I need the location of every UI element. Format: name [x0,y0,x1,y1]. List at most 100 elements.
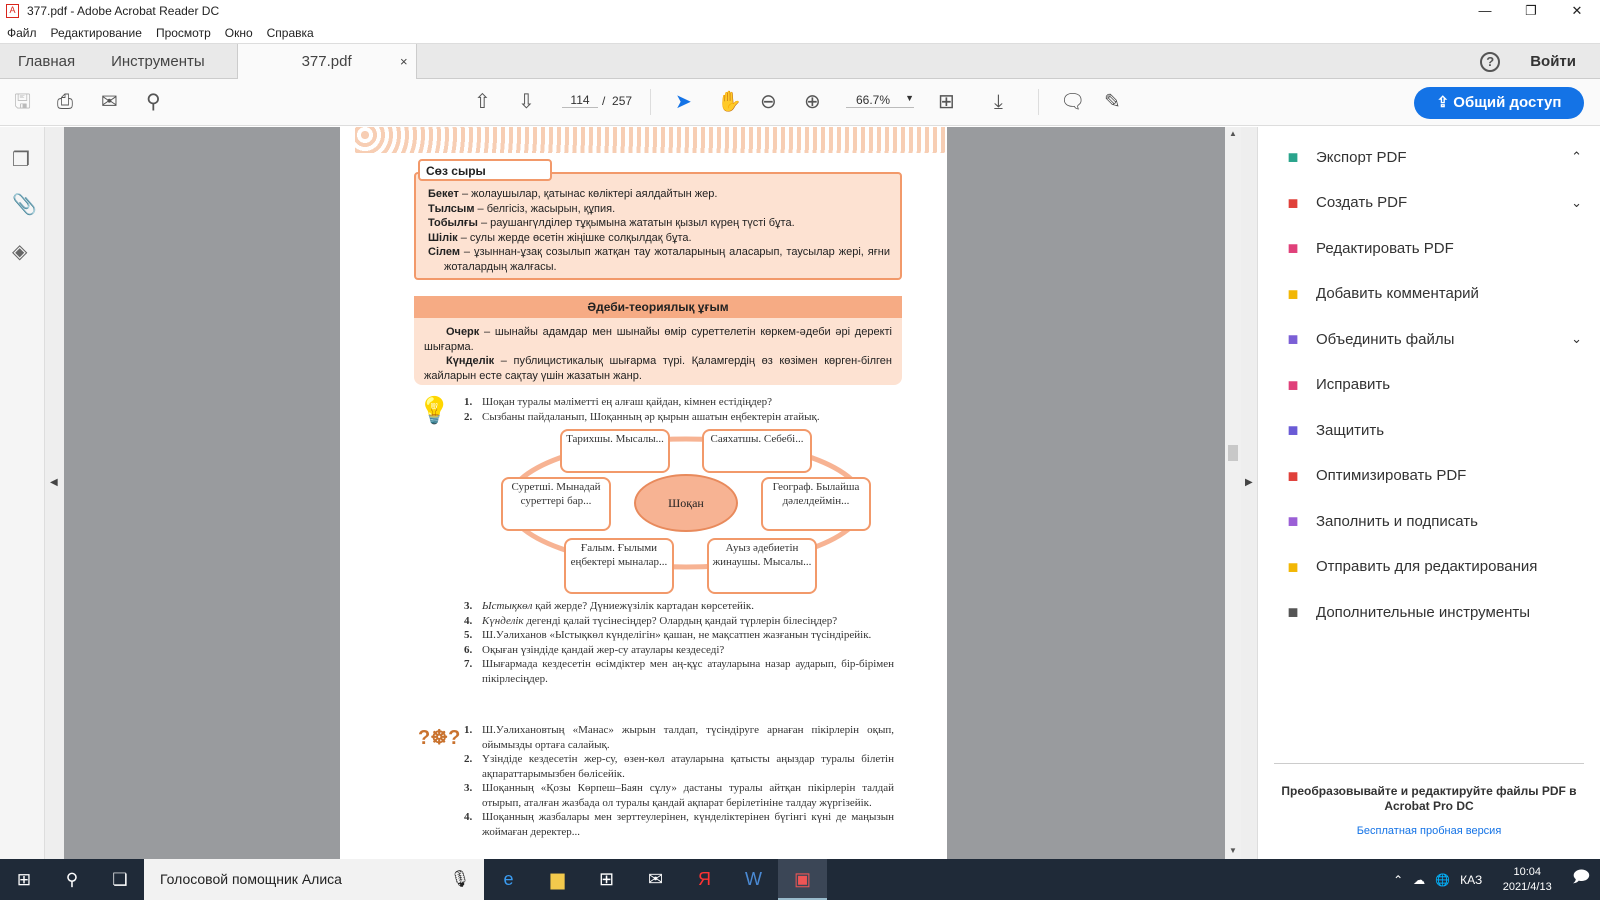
left-panel-toggle[interactable]: ◀ [45,127,64,859]
page-number-input[interactable]: 114 [562,93,598,108]
question: 4. Шоқанның жазбалары мен зерттеулерінен,… [464,811,894,838]
save-icon[interactable]: 🖫 [14,91,31,113]
tool-edit-pdf[interactable]: ■ Редактировать PDF [1282,237,1582,259]
trial-link[interactable]: Бесплатная пробная версия [1274,824,1584,839]
yandex-browser-icon[interactable]: Я [680,859,729,900]
document-view[interactable]: ◀ Сөз сыры Бекет – жолаушылар, қатынас к… [45,127,1225,859]
notifications-icon[interactable]: 🗩 [1572,866,1590,893]
microphone-icon[interactable]: 🎙 [450,859,470,900]
taskbar-search[interactable]: Голосовой помощник Алиса 🎙 [144,859,484,900]
tab-home[interactable]: Главная [0,44,93,78]
thinking-head-icon: ?☸? [418,727,461,749]
search-icon[interactable]: ⚲ [48,870,96,890]
word-icon[interactable]: W [729,859,778,900]
tool-combine[interactable]: ■ Объединить файлы ⌄ [1282,328,1582,350]
mail-icon[interactable]: ✉ [631,859,680,900]
file-explorer-icon[interactable]: ▆ [533,859,582,900]
theory-item: Күнделік – публицистикалық шығарма түрі.… [424,355,892,382]
vertical-scrollbar[interactable]: ▲ ▼ [1225,127,1241,859]
theory-item: Очерк – шынайы адамдар мен шынайы өмір с… [424,326,892,353]
chevron-icon[interactable]: ⌄ [1571,331,1582,347]
tray-chevron-icon[interactable]: ⌃ [1393,873,1403,887]
close-tab-icon[interactable]: × [400,44,408,79]
question: 1. Ш.Уәлихановтың «Манас» жырын талдап, т… [464,724,894,751]
menu-file[interactable]: Файл [7,26,37,40]
tools-panel: ■ Экспорт PDF ⌃ ■ Создать PDF ⌄ ■ Редактировать… [1258,127,1600,859]
close-window-button[interactable]: ✕ [1554,0,1600,22]
question: 3. Шоқанның «Қозы Көрпеш–Баян сұлу» даста… [464,782,894,809]
tool-sign[interactable]: ■ Заполнить и подписать [1282,510,1582,532]
search-icon[interactable]: ⚲ [146,91,161,113]
pages-icon[interactable]: ❐ [12,147,30,172]
layers-icon[interactable]: ◈ [12,239,27,264]
print-icon[interactable]: ⎙ [57,91,73,113]
previous-page-icon[interactable]: ⇧ [474,91,491,113]
email-icon[interactable]: ✉ [101,91,118,113]
diagram-node: Географ. Былайша дәлелдеймін... [761,477,871,531]
zoom-out-icon[interactable]: ⊖ [760,91,777,113]
task-view-icon[interactable]: ❏ [96,870,144,890]
tab-document[interactable]: 377.pdf × [236,44,417,80]
network-icon[interactable]: 🌐 [1435,873,1450,887]
pen-icon[interactable]: ✎ [1104,91,1121,113]
tool-create-pdf[interactable]: ■ Создать PDF ⌄ [1282,192,1582,214]
menu-edit[interactable]: Редактирование [51,26,142,40]
diagram: Шоқан Тарихшы. Мысалы... Саяхатшы. Себеб… [340,427,947,597]
scroll-mode-icon[interactable]: ⤓ [994,91,1003,113]
comment-icon[interactable]: 🗨 [1060,91,1085,113]
attachment-icon[interactable]: 📎 [12,192,37,217]
acrobat-taskbar-icon[interactable]: ▣ [778,859,827,900]
maximize-button[interactable]: ❐ [1508,0,1554,22]
select-tool-icon[interactable]: ➤ [675,91,692,113]
tool-more-tools[interactable]: ■ Дополнительные инструменты [1282,601,1582,623]
menu-help[interactable]: Справка [267,26,314,40]
tool-label: Создать PDF [1316,194,1408,211]
tool-label: Исправить [1316,376,1391,393]
tool-redact[interactable]: ■ Исправить [1282,374,1582,396]
windows-start-icon[interactable]: ⊞ [0,870,48,890]
diagram-node: Ауыз әдебиетін жинаушы. Мысалы... [707,538,817,594]
hand-tool-icon[interactable]: ✋ [717,91,742,113]
right-panel-toggle[interactable]: ▶ [1241,127,1258,859]
tool-optimize[interactable]: ■ Оптимизировать PDF [1282,465,1582,487]
menu-window[interactable]: Окно [225,26,253,40]
tool-export-pdf[interactable]: ■ Экспорт PDF ⌃ [1282,146,1582,168]
language-indicator[interactable]: КАЗ [1460,873,1482,887]
tab-tools[interactable]: Инструменты [93,44,223,78]
store-icon[interactable]: ⊞ [582,859,631,900]
ornament-border [355,127,945,153]
tool-shield[interactable]: ■ Защитить [1282,419,1582,441]
edge-icon[interactable]: e [484,859,533,900]
minimize-button[interactable]: — [1462,0,1508,22]
menu-view[interactable]: Просмотр [156,26,211,40]
zoom-select[interactable]: 66.7% ▼ [846,93,914,108]
question: 5. Ш.Уәлиханов «Ыстықкөл күнделігін» қаша… [464,629,872,641]
create-pdf-icon: ■ [1287,192,1299,213]
diagram-node: Саяхатшы. Себебі... [702,429,812,473]
questions-b: 3. Ыстықкөл қай жерде? Дүниежүзілік карта… [464,599,894,686]
promo: Преобразовывайте и редактируйте файлы PD… [1274,763,1584,839]
vocab-item: Тылсым – белгісіз, жасырын, құпия. [428,202,616,215]
next-page-icon[interactable]: ⇩ [518,91,535,113]
tool-label: Редактировать PDF [1316,239,1454,257]
tool-comment[interactable]: ■ Добавить комментарий [1282,283,1582,305]
chevron-icon[interactable]: ⌃ [1571,149,1582,165]
page-fit-icon[interactable]: ⊞ [938,91,955,113]
tab-bar: Главная Инструменты 377.pdf × ? Войти [0,43,1600,80]
help-icon[interactable]: ? [1480,51,1501,72]
lightbulb-icon: 💡 [418,395,451,425]
clock[interactable]: 10:04 2021/4/13 [1492,865,1562,895]
divider [650,89,651,115]
question: 2. Сызбаны пайдаланып, Шоқанның әр қырын … [464,410,820,423]
zoom-in-icon[interactable]: ⊕ [804,91,821,113]
login-button[interactable]: Войти [1530,53,1576,70]
edit-pdf-icon: ■ [1287,238,1299,258]
page-total: / 257 [602,94,633,108]
tool-send[interactable]: ■ Отправить для редактирования [1282,556,1582,578]
chevron-icon[interactable]: ⌄ [1571,195,1582,211]
questions-c: 1. Ш.Уәлихановтың «Манас» жырын талдап, т… [464,723,894,839]
onedrive-icon[interactable]: ☁ [1413,873,1425,887]
export-pdf-icon: ■ [1287,147,1299,167]
share-button[interactable]: ⇪ Общий доступ [1414,87,1584,119]
scroll-thumb[interactable] [1228,445,1238,461]
